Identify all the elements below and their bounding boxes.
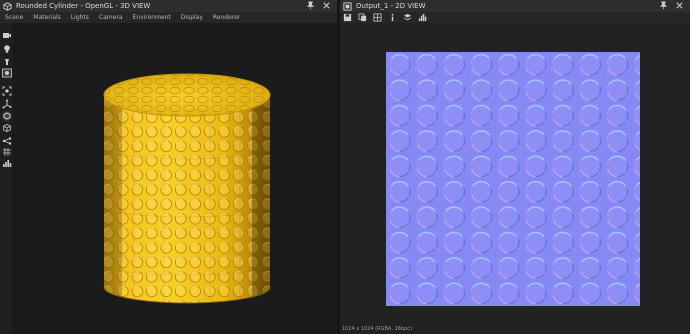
close-icon[interactable] [322, 1, 331, 10]
normal-map-texture [386, 52, 640, 306]
wireframe-cube-icon[interactable] [2, 123, 12, 133]
menu-materials[interactable]: Materials [33, 14, 61, 21]
copy-icon[interactable] [358, 13, 367, 22]
menu-display[interactable]: Display [181, 14, 203, 21]
grid-icon[interactable] [2, 147, 12, 157]
light-icon[interactable] [2, 57, 12, 67]
screenshot-icon[interactable] [2, 68, 12, 78]
axis-icon[interactable] [2, 99, 12, 109]
2d-view-panel: Output_1 - 2D VIEW 1024 x 1024 (RGBA, 16… [340, 0, 690, 334]
save-icon[interactable] [343, 13, 352, 22]
3d-view-toolbar-vertical [0, 23, 14, 334]
fit-view-icon[interactable] [2, 86, 12, 96]
cube-view-icon [3, 1, 12, 11]
menu-camera[interactable]: Camera [99, 14, 123, 21]
info-icon[interactable] [388, 13, 397, 22]
menu-scene[interactable]: Scene [5, 14, 23, 21]
image-view-icon [343, 1, 352, 11]
menu-lights[interactable]: Lights [71, 14, 89, 21]
pin-icon[interactable] [659, 1, 668, 10]
layers-icon[interactable] [403, 13, 412, 22]
menu-environment[interactable]: Environment [132, 14, 170, 21]
2d-view-toolbar [340, 12, 690, 23]
pin-icon[interactable] [306, 1, 315, 10]
menu-renderer[interactable]: Renderer [213, 14, 240, 21]
light-bulb-icon[interactable] [2, 44, 12, 54]
grid-icon[interactable] [373, 13, 382, 22]
2d-viewport[interactable]: 1024 x 1024 (RGBA, 16bpc) [340, 23, 690, 334]
image-resolution-status: 1024 x 1024 (RGBA, 16bpc) [342, 326, 412, 332]
camera-icon[interactable] [2, 30, 12, 40]
nodes-icon[interactable] [2, 136, 12, 146]
3d-viewport[interactable] [14, 23, 337, 334]
rounded-cylinder-render [103, 73, 271, 304]
3d-view-titlebar: Rounded Cylinder - OpenGL - 3D VIEW [0, 0, 337, 12]
3d-view-panel: Rounded Cylinder - OpenGL - 3D VIEW Scen… [0, 0, 337, 334]
close-icon[interactable] [675, 1, 684, 10]
cube-icon[interactable] [2, 111, 12, 121]
histogram-icon[interactable] [2, 158, 12, 168]
3d-view-menubar: Scene Materials Lights Camera Environmen… [0, 12, 337, 23]
histogram-icon[interactable] [418, 13, 427, 22]
2d-view-titlebar: Output_1 - 2D VIEW [340, 0, 690, 12]
3d-view-title: Rounded Cylinder - OpenGL - 3D VIEW [16, 2, 151, 10]
2d-view-title: Output_1 - 2D VIEW [356, 2, 426, 10]
